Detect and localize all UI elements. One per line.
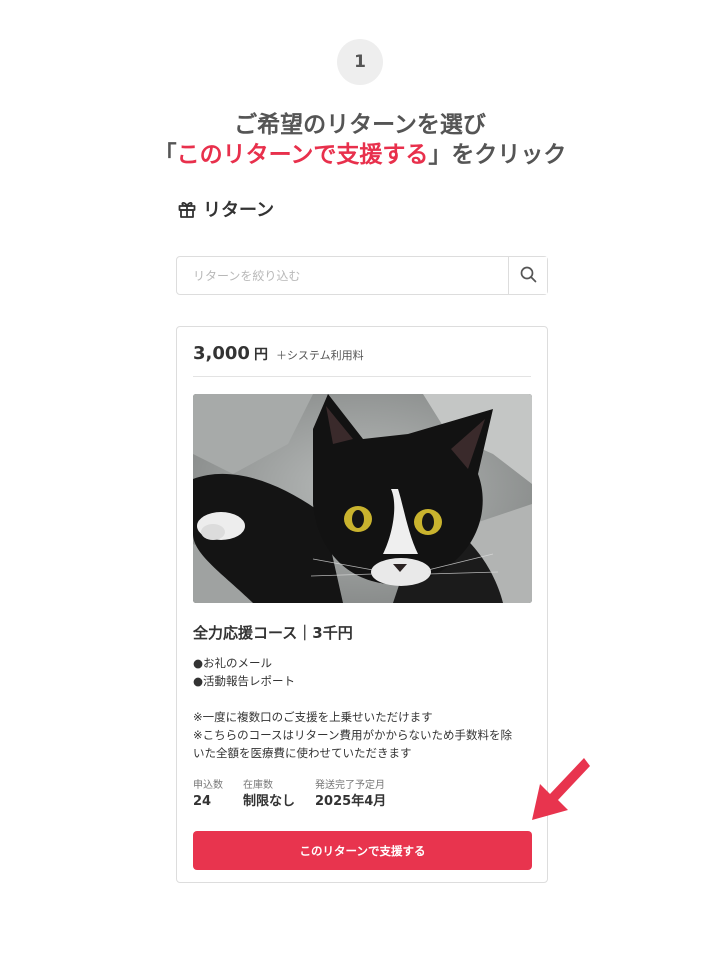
course-item: ●お礼のメール — [193, 656, 273, 670]
stat-delivery-month: 発送完了予定月 2025年4月 — [315, 779, 386, 810]
stat-value: 制限なし — [243, 794, 296, 809]
pointer-arrow-icon — [528, 756, 592, 828]
section-title: リターン — [203, 200, 275, 221]
instruction-heading: ご希望のリターンを選び 「このリターンで支援する」をクリック — [0, 110, 720, 170]
course-note: いた全額を医療費に使わせていただきます — [193, 746, 412, 760]
course-item: ●活動報告レポート — [193, 674, 296, 688]
stat-value: 2025年4月 — [315, 794, 387, 809]
instruction-line-2: 「このリターンで支援する」をクリック — [0, 140, 720, 170]
support-with-this-return-button[interactable]: このリターンで支援する — [193, 831, 532, 870]
stat-stock: 在庫数 制限なし — [243, 779, 295, 810]
course-title: 全力応援コース｜3千円 — [193, 624, 353, 642]
instruction-suffix: 」をクリック — [428, 142, 567, 168]
course-stats: 申込数 24 在庫数 制限なし 発送完了予定月 2025年4月 — [193, 779, 386, 810]
stat-applications: 申込数 24 — [193, 779, 223, 810]
cat-photo — [193, 394, 532, 603]
instruction-prefix: 「 — [153, 142, 177, 168]
stat-label: 申込数 — [193, 780, 223, 791]
gift-icon — [177, 199, 197, 219]
instruction-highlight: このリターンで支援する — [176, 142, 429, 168]
step-number-badge: 1 — [337, 39, 383, 85]
course-description: ●お礼のメール ●活動報告レポート ※一度に複数口のご支援を上乗せいただけます … — [193, 654, 533, 762]
section-header: リターン — [177, 197, 274, 221]
search-icon — [520, 266, 537, 286]
instruction-line-1: ご希望のリターンを選び — [234, 112, 486, 138]
return-filter-search — [176, 256, 548, 295]
course-note: ※こちらのコースはリターン費用がかからないため手数料を除 — [193, 728, 512, 742]
price-row: 3,000 円 ＋システム利用料 — [193, 343, 531, 377]
price-note: ＋システム利用料 — [275, 349, 364, 362]
price-amount: 3,000 — [193, 343, 250, 364]
return-card: 3,000 円 ＋システム利用料 全力応援コース｜3千円 ●お礼のメール ●活動… — [176, 326, 548, 883]
search-button[interactable] — [508, 257, 547, 294]
stat-label: 在庫数 — [243, 780, 273, 791]
return-image — [193, 394, 532, 603]
stat-value: 24 — [193, 794, 212, 809]
search-input[interactable] — [177, 257, 508, 294]
price-unit: 円 — [253, 347, 268, 363]
stat-label: 発送完了予定月 — [315, 780, 386, 791]
course-note: ※一度に複数口のご支援を上乗せいただけます — [193, 710, 433, 724]
